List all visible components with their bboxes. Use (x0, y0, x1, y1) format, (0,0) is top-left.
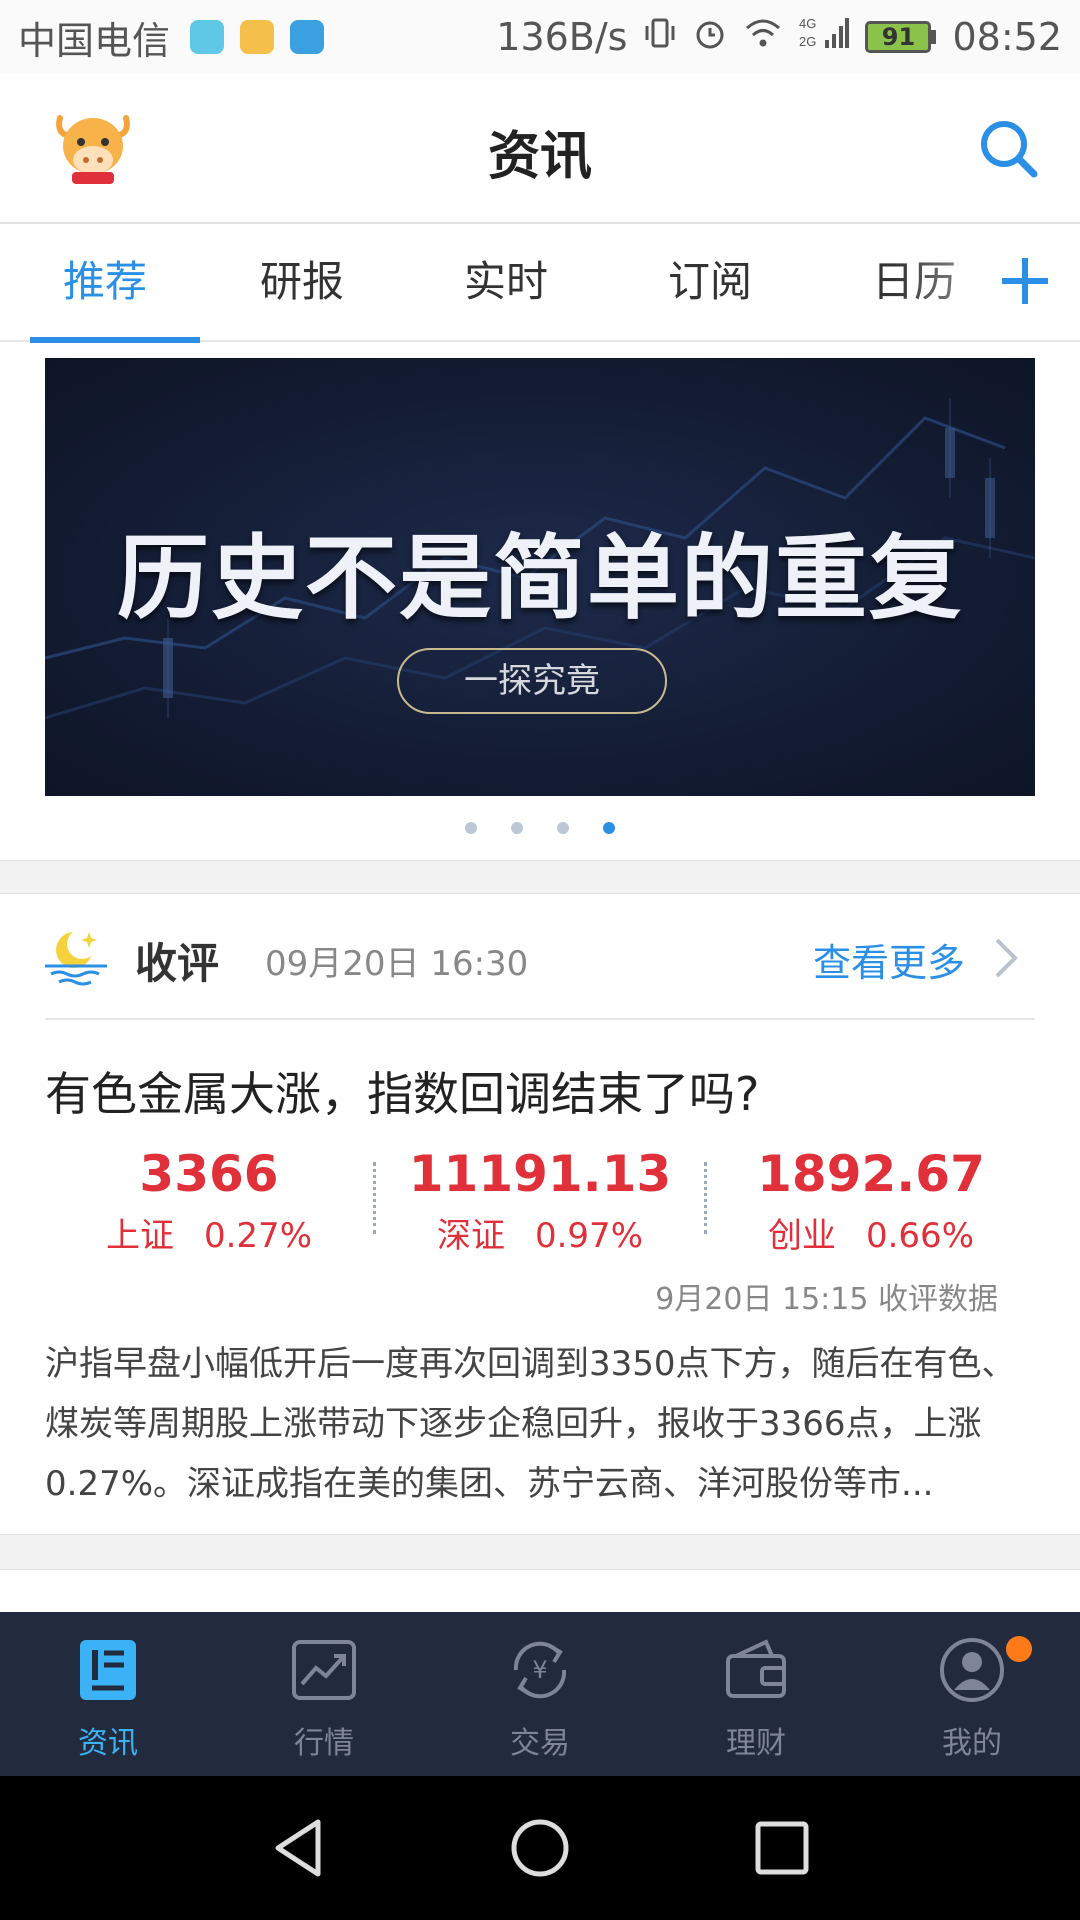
section-divider (0, 1534, 1080, 1570)
svg-text:¥: ¥ (532, 1656, 547, 1684)
category-tabs: 推荐 研报 实时 订阅 日历 (0, 223, 1080, 343)
data-source-note: 9月20日 15:15 收评数据 (655, 1282, 998, 1317)
view-more-link[interactable]: 查看更多 (813, 932, 965, 987)
nav-profile[interactable]: 我的 (864, 1612, 1080, 1776)
nav-label: 资讯 (78, 1726, 138, 1761)
index-name: 上证 (105, 1216, 174, 1256)
nav-label: 行情 (294, 1726, 354, 1761)
banner-headline: 历史不是简单的重复 (116, 525, 963, 632)
add-tab-icon[interactable] (990, 246, 1060, 316)
back-icon[interactable] (270, 1816, 326, 1880)
banner-explore-button[interactable]: 一探究竟 (397, 648, 667, 714)
user-icon (938, 1636, 1006, 1704)
battery-icon: 91 (865, 21, 937, 53)
section-divider (0, 860, 1080, 894)
bottom-navigation: 资讯 行情 ¥ 交易 理财 我的 (0, 1612, 1080, 1776)
index-name: 创业 (767, 1216, 836, 1256)
promo-banner[interactable]: 历史不是简单的重复 一探究竟 (45, 358, 1035, 796)
nav-finance[interactable]: 理财 (648, 1612, 864, 1776)
nav-label: 理财 (726, 1726, 786, 1761)
tab-subscribe[interactable]: 订阅 (608, 223, 812, 341)
index-value: 11191.13 (408, 1145, 672, 1203)
news-icon (74, 1636, 142, 1704)
orange-app-icon (240, 20, 275, 54)
index-value: 3366 (139, 1145, 279, 1203)
chevron-right-icon[interactable] (991, 936, 1021, 980)
carousel-dot[interactable] (557, 822, 569, 834)
review-label: 收评 (135, 939, 220, 988)
index-change: 0.27% (203, 1216, 312, 1256)
tab-recommend[interactable]: 推荐 (10, 223, 200, 343)
alarm-icon (693, 15, 727, 59)
review-summary[interactable]: 沪指早盘小幅低开后一度再次回调到3350点下方，随后在有色、煤炭等周期股上涨带动… (45, 1334, 1035, 1514)
index-shenzhen[interactable]: 11191.13 深证 0.97% (376, 1144, 704, 1256)
battery-level: 91 (865, 21, 932, 53)
android-app-icon (190, 20, 225, 54)
index-name: 深证 (436, 1216, 505, 1256)
tab-research[interactable]: 研报 (200, 223, 404, 341)
review-datetime: 09月20日 16:30 (265, 944, 529, 984)
recent-apps-icon[interactable] (754, 1820, 810, 1876)
review-card-header: 收评 09月20日 16:30 查看更多 (45, 894, 1035, 1020)
carrier-name: 中国电信 (18, 18, 171, 63)
chart-icon (290, 1636, 358, 1704)
nav-label: 我的 (942, 1726, 1002, 1761)
index-value: 1892.67 (757, 1145, 985, 1203)
wallet-icon (722, 1636, 790, 1704)
index-change: 0.97% (534, 1216, 643, 1256)
wifi-icon (743, 15, 783, 59)
carousel-indicator (0, 822, 1080, 834)
nav-trade[interactable]: ¥ 交易 (432, 1612, 648, 1776)
search-icon[interactable] (976, 116, 1042, 182)
clock: 08:52 (952, 15, 1062, 59)
index-shanghai[interactable]: 3366 上证 0.27% (45, 1144, 373, 1256)
vibrate-icon (643, 15, 677, 59)
page-title: 资讯 (487, 127, 592, 187)
index-chinext[interactable]: 1892.67 创业 0.66% (707, 1144, 1035, 1256)
svg-text:4G: 4G (799, 16, 816, 31)
carousel-dot-active[interactable] (603, 822, 615, 834)
carousel-dot[interactable] (465, 822, 477, 834)
review-headline[interactable]: 有色金属大涨，指数回调结束了吗? (45, 1058, 759, 1124)
market-review-card[interactable]: 收评 09月20日 16:30 查看更多 有色金属大涨，指数回调结束了吗? 33… (0, 894, 1080, 1534)
index-change: 0.66% (865, 1216, 974, 1256)
blue-app-icon (290, 20, 325, 54)
svg-text:2G: 2G (799, 34, 816, 49)
signal-icon: 4G 2G (799, 14, 850, 61)
network-speed: 136B/s (496, 15, 628, 59)
status-bar: 中国电信 136B/s 4G 2G 91 08:52 (0, 0, 1080, 74)
system-navigation-bar (0, 1776, 1080, 1920)
nav-label: 交易 (510, 1726, 570, 1761)
tab-calendar[interactable]: 日历 (812, 223, 1016, 341)
app-header: 资讯 (0, 74, 1080, 224)
carousel-dot[interactable] (511, 822, 523, 834)
notification-badge (1006, 1636, 1032, 1662)
yuan-exchange-icon: ¥ (506, 1636, 574, 1704)
moon-icon (45, 926, 107, 986)
tab-realtime[interactable]: 实时 (404, 223, 608, 341)
home-icon[interactable] (510, 1818, 570, 1878)
nav-market[interactable]: 行情 (216, 1612, 432, 1776)
index-summary: 3366 上证 0.27% 11191.13 深证 0.97% 1892.67 创业… (45, 1144, 1035, 1256)
nav-news[interactable]: 资讯 (0, 1612, 216, 1776)
